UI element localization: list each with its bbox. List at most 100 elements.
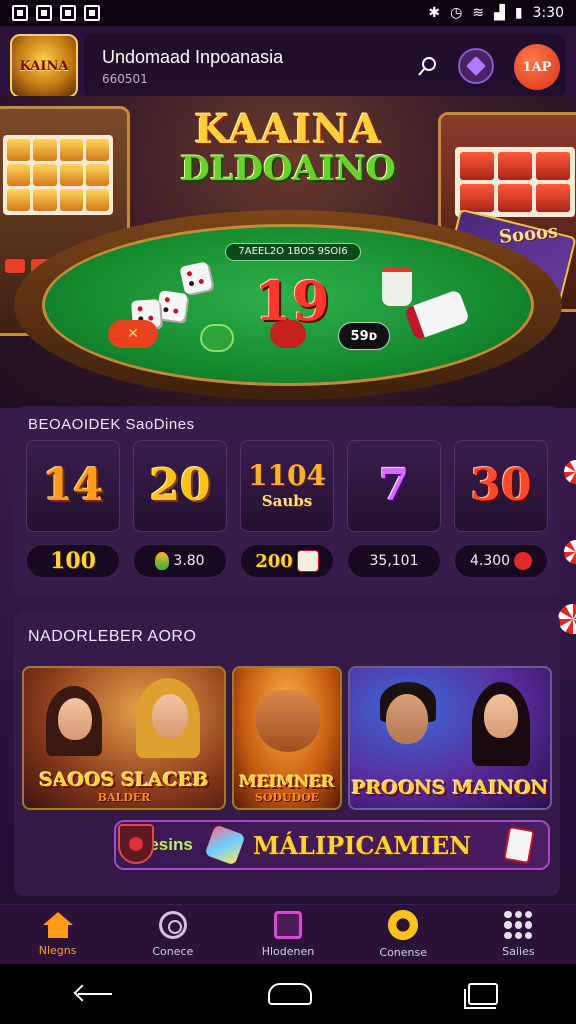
- bet-tile[interactable]: 14: [26, 440, 120, 532]
- game-card[interactable]: PROONS MAINON: [348, 666, 552, 810]
- gear-icon: [388, 910, 419, 940]
- gem-icon: [155, 552, 170, 570]
- pill-value: 100: [50, 548, 96, 574]
- card-icon: [503, 826, 535, 864]
- shield-icon[interactable]: [118, 824, 154, 864]
- search-button[interactable]: [410, 48, 446, 84]
- gem-icon: [458, 48, 494, 84]
- image-icon: [60, 5, 76, 21]
- character-face: [152, 694, 188, 738]
- character-face: [386, 694, 428, 744]
- bet-tile[interactable]: 1104 Saubs: [240, 440, 334, 532]
- bet-tiles: 14 20 1104 Saubs 7 30: [26, 440, 548, 532]
- clock-time: 3:30: [532, 5, 564, 21]
- chip-icon: [564, 540, 576, 564]
- character-face: [58, 698, 92, 740]
- gem-icon: [204, 824, 246, 866]
- app-logo[interactable]: KAINA: [10, 34, 78, 98]
- chip-icon: [158, 911, 187, 939]
- cup-icon: [382, 268, 412, 306]
- pill-value: 4.300: [469, 553, 511, 569]
- bet-tile[interactable]: 30: [454, 440, 548, 532]
- dice-icon: [156, 290, 188, 322]
- bet-tile[interactable]: 20: [133, 440, 227, 532]
- bet-amount-chip[interactable]: 59ᴅ: [338, 322, 390, 350]
- phone-screen: ✱ ◷ ≋ ▟ ▮ 3:30 KAINA Undomaad Inpoanasia…: [0, 0, 576, 1024]
- chip-icon: [270, 320, 306, 348]
- character-face: [484, 694, 518, 738]
- nav-item-settings[interactable]: Conense: [346, 905, 461, 964]
- slot-reels: [3, 135, 113, 215]
- app-icon: [84, 5, 100, 21]
- nav-item-home[interactable]: Nlegns: [0, 905, 115, 964]
- profile-badge[interactable]: 1ΑΡ: [514, 44, 560, 90]
- hero-banner[interactable]: Sooos 7AEEL2O 1BOS 9SOI6 19 ✕ 59ᴅ KAAINA…: [0, 96, 576, 408]
- header-bar: Undomaad Inpoanasia 660501: [84, 34, 566, 98]
- home-icon: [42, 912, 73, 938]
- chip-icon: [514, 552, 533, 570]
- bottom-nav: Nlegns Conece Hlodenen Conense Saiies: [0, 904, 576, 964]
- cards-icon: [274, 911, 302, 939]
- wifi-icon: ≋: [472, 5, 485, 21]
- pill-value: 35,101: [369, 553, 419, 569]
- app-header: KAINA Undomaad Inpoanasia 660501 1ΑΡ: [10, 30, 566, 102]
- odds-pills: 100 3.80 200 35,101 4.300: [26, 544, 548, 578]
- bet-chip-button[interactable]: ✕: [108, 320, 158, 348]
- signal-icon: ▟: [494, 5, 505, 21]
- pill-value: 200: [255, 550, 293, 572]
- pill-value: 3.80: [173, 553, 205, 569]
- search-icon: [418, 57, 436, 76]
- hero-title-line2: DLDOAINO: [180, 149, 396, 189]
- gem-button[interactable]: [458, 48, 494, 84]
- tile-number: 14: [42, 460, 104, 511]
- tile-number: 30: [470, 460, 532, 511]
- odds-pill[interactable]: 200: [240, 544, 334, 578]
- tile-number: 7: [378, 460, 410, 511]
- game-card[interactable]: SAOOS SLACEB BALDER: [22, 666, 226, 810]
- badge-text: 1ΑΡ: [522, 59, 552, 75]
- slot-reels: [455, 147, 575, 217]
- nav-item-more[interactable]: Saiies: [461, 905, 576, 964]
- chip-icon: [200, 324, 234, 352]
- status-notifications: [12, 5, 100, 21]
- header-subtitle: 660501: [102, 71, 148, 86]
- logo-text: KAINA: [19, 58, 69, 74]
- tile-sublabel: Saubs: [261, 492, 313, 510]
- bluetooth-icon: ✱: [428, 5, 441, 21]
- section-title: BEOAOIDEK SaoDines: [28, 416, 195, 433]
- nav-label: Hlodenen: [261, 945, 315, 958]
- nav-label: Nlegns: [38, 944, 77, 957]
- dice-icon: [179, 261, 213, 295]
- game-title: PROONS MAINON: [351, 777, 549, 799]
- notification-icon: [36, 5, 52, 21]
- promo-banner[interactable]: Sesins MÁLIPICAMIEN: [114, 820, 550, 870]
- game-card[interactable]: MEIMNER SODUDOE: [232, 666, 342, 810]
- game-subtitle: SODUDOE: [254, 791, 320, 804]
- alarm-icon: ◷: [450, 5, 463, 21]
- wolf-icon: [256, 690, 320, 752]
- bet-tile[interactable]: 7: [347, 440, 441, 532]
- nav-label: Conece: [152, 945, 194, 958]
- game-subtitle: BALDER: [97, 791, 151, 804]
- odds-pill[interactable]: 100: [26, 544, 120, 578]
- home-button[interactable]: [268, 983, 312, 1005]
- status-bar: ✱ ◷ ≋ ▟ ▮ 3:30: [0, 0, 576, 26]
- chip-icon: [564, 460, 576, 484]
- recents-icon[interactable]: [464, 983, 498, 1009]
- nav-label: Conense: [379, 946, 428, 959]
- header-text: Undomaad Inpoanasia 660501: [102, 47, 398, 86]
- nav-item-chips[interactable]: Conece: [115, 905, 230, 964]
- nav-label: Saiies: [502, 945, 535, 958]
- odds-pill[interactable]: 35,101: [347, 544, 441, 578]
- back-icon[interactable]: [78, 993, 112, 995]
- game-title: SAOOS SLACEB: [39, 769, 209, 791]
- odds-pill[interactable]: 3.80: [133, 544, 227, 578]
- nav-item-cards[interactable]: Hlodenen: [230, 905, 345, 964]
- system-nav: [0, 964, 576, 1024]
- grid-icon: [504, 911, 533, 939]
- games-section: NADORLEBER AORO SAOOS SLACEB BALDER MEIM…: [14, 612, 560, 896]
- status-system: ✱ ◷ ≋ ▟ ▮ 3:30: [428, 5, 564, 21]
- dice-icon: [296, 550, 319, 572]
- bets-section: BEOAOIDEK SaoDines 14 20 1104 Saubs 7 30…: [14, 406, 560, 596]
- odds-pill[interactable]: 4.300: [454, 544, 548, 578]
